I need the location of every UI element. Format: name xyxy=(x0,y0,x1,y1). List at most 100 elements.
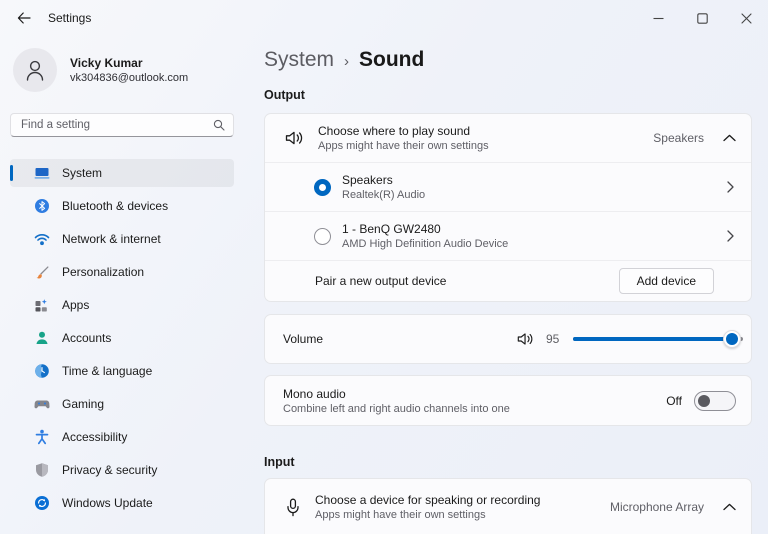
chevron-up-icon xyxy=(723,503,736,511)
expander-subtitle: Apps might have their own settings xyxy=(318,140,489,152)
input-device-card: Choose a device for speaking or recordin… xyxy=(264,478,752,534)
back-arrow-icon xyxy=(17,12,31,24)
shield-icon xyxy=(36,463,48,477)
sidebar-item-privacy-security[interactable]: Privacy & security xyxy=(10,456,234,484)
close-button[interactable] xyxy=(724,1,768,35)
device-detail: Realtek(R) Audio xyxy=(342,189,426,201)
sidebar-item-label: Personalization xyxy=(62,265,145,279)
sidebar-item-label: Gaming xyxy=(62,397,105,411)
volume-value: 95 xyxy=(546,332,560,346)
sidebar-item-gaming[interactable]: Gaming xyxy=(10,390,234,418)
person-outline-icon xyxy=(26,60,44,81)
sidebar-item-label: Bluetooth & devices xyxy=(62,199,169,213)
user-account-block: Vicky Kumar vk304836@outlook.com xyxy=(13,48,234,92)
volume-slider[interactable] xyxy=(573,330,743,348)
mono-subtitle: Combine left and right audio channels in… xyxy=(283,402,510,415)
close-icon xyxy=(740,12,752,24)
sidebar-item-label: Apps xyxy=(62,298,90,312)
person-icon xyxy=(36,331,48,344)
device-row-speakers[interactable]: Speakers Realtek(R) Audio xyxy=(265,162,751,211)
expander-subtitle: Apps might have their own settings xyxy=(315,509,486,521)
user-text: Vicky Kumar vk304836@outlook.com xyxy=(70,56,188,84)
expander-title: Choose a device for speaking or recordin… xyxy=(315,493,541,507)
device-radio[interactable] xyxy=(314,178,331,196)
sidebar-item-label: Time & language xyxy=(62,364,153,378)
pair-device-row: Pair a new output device Add device xyxy=(265,260,751,301)
play-sound-expander[interactable]: Choose where to play sound Apps might ha… xyxy=(265,114,751,162)
volume-slider-thumb[interactable] xyxy=(722,330,741,348)
maximize-icon xyxy=(696,12,708,24)
sidebar-item-label: Privacy & security xyxy=(62,463,158,477)
settings-window: Settings Vicky Kumar vk304836@outlook.co… xyxy=(0,0,768,534)
gamepad-icon xyxy=(34,400,50,409)
maximize-button[interactable] xyxy=(680,1,724,35)
device-name: Speakers xyxy=(342,173,393,187)
volume-label: Volume xyxy=(283,332,324,346)
sidebar-item-label: Network & internet xyxy=(62,232,161,246)
breadcrumb-parent[interactable]: System xyxy=(264,48,334,72)
wifi-icon xyxy=(34,234,50,246)
sidebar-item-accessibility[interactable]: Accessibility xyxy=(10,423,234,451)
search-input[interactable] xyxy=(10,113,234,137)
output-section-heading: Output xyxy=(264,88,305,102)
sidebar-item-personalization[interactable]: Personalization xyxy=(10,258,234,286)
clock-globe-icon xyxy=(35,364,49,378)
pair-device-label: Pair a new output device xyxy=(315,274,447,288)
sidebar-nav: System Bluetooth & devices Network & int… xyxy=(10,159,234,517)
device-radio[interactable] xyxy=(314,227,331,245)
sidebar-item-system[interactable]: System xyxy=(10,159,234,187)
sidebar-item-network-internet[interactable]: Network & internet xyxy=(10,225,234,253)
chevron-up-icon xyxy=(723,134,736,142)
sidebar-item-label: Windows Update xyxy=(62,496,153,510)
paintbrush-icon xyxy=(36,266,49,279)
titlebar: Settings xyxy=(0,0,768,36)
sidebar-item-time-language[interactable]: Time & language xyxy=(10,357,234,385)
expander-text: Choose where to play sound Apps might ha… xyxy=(318,124,489,152)
main-content: System › Sound Output Choose where to pl… xyxy=(264,36,768,534)
bluetooth-icon xyxy=(35,199,49,213)
window-title: Settings xyxy=(48,11,92,25)
input-section-heading: Input xyxy=(264,455,295,469)
search-box xyxy=(10,113,234,137)
update-arrows-icon xyxy=(35,496,49,510)
device-text: Speakers Realtek(R) Audio xyxy=(342,173,425,201)
minimize-button[interactable] xyxy=(636,1,680,35)
accessibility-icon xyxy=(35,429,49,445)
selected-input-value: Microphone Array xyxy=(609,500,704,514)
system-icon xyxy=(34,168,50,179)
volume-slider-fill xyxy=(573,337,735,341)
output-device-card: Choose where to play sound Apps might ha… xyxy=(264,113,752,302)
recording-expander[interactable]: Choose a device for speaking or recordin… xyxy=(265,479,751,534)
sidebar-item-accounts[interactable]: Accounts xyxy=(10,324,234,352)
mono-toggle[interactable] xyxy=(694,390,736,411)
selected-output-value: Speakers xyxy=(653,131,704,145)
page-title: Sound xyxy=(359,48,425,71)
sidebar-item-bluetooth-devices[interactable]: Bluetooth & devices xyxy=(10,192,234,220)
sidebar-item-windows-update[interactable]: Windows Update xyxy=(10,489,234,517)
mono-toggle-state: Off xyxy=(666,393,682,408)
sidebar-item-label: Accounts xyxy=(62,331,112,345)
avatar xyxy=(13,48,57,92)
back-button[interactable] xyxy=(6,4,42,32)
device-text: 1 - BenQ GW2480 AMD High Definition Audi… xyxy=(342,222,508,250)
device-name: 1 - BenQ GW2480 xyxy=(342,222,441,236)
expander-title: Choose where to play sound xyxy=(318,124,471,138)
mono-text: Mono audio Combine left and right audio … xyxy=(283,387,510,415)
sidebar-item-apps[interactable]: Apps xyxy=(10,291,234,319)
mono-audio-card: Mono audio Combine left and right audio … xyxy=(264,375,752,426)
search-icon xyxy=(213,119,225,131)
mono-title: Mono audio xyxy=(283,386,346,401)
chevron-right-icon xyxy=(727,230,734,242)
chevron-right-icon xyxy=(727,181,734,193)
user-name: Vicky Kumar xyxy=(70,56,143,70)
device-row-benq[interactable]: 1 - BenQ GW2480 AMD High Definition Audi… xyxy=(265,211,751,260)
volume-card: Volume 95 xyxy=(264,314,752,364)
user-email: vk304836@outlook.com xyxy=(70,72,189,84)
add-device-button[interactable]: Add device xyxy=(618,268,714,294)
toggle-thumb xyxy=(698,394,710,407)
minimize-icon xyxy=(653,17,663,19)
sidebar-item-label: Accessibility xyxy=(62,430,128,444)
sidebar-item-label: System xyxy=(62,166,103,180)
breadcrumb-separator: › xyxy=(344,53,350,70)
expander-text: Choose a device for speaking or recordin… xyxy=(315,493,540,521)
